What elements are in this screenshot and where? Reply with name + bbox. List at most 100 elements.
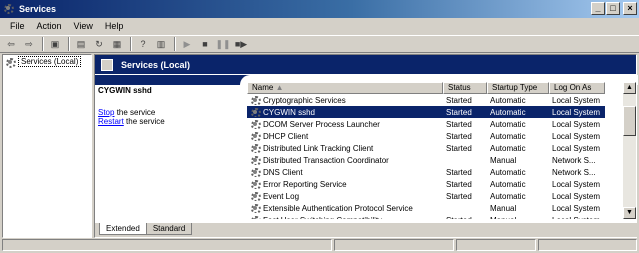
window-title: Services <box>19 4 57 14</box>
vertical-scrollbar[interactable]: ▲ ▼ <box>623 82 636 219</box>
menu-bar: File Action View Help <box>0 18 639 34</box>
service-name: Distributed Transaction Coordinator <box>263 155 389 165</box>
startup-type-cell: Automatic <box>490 191 526 201</box>
service-gear-icon <box>250 107 261 117</box>
close-button[interactable]: × <box>623 2 637 15</box>
tree-item-services-local[interactable]: Services (Local) <box>3 55 91 68</box>
scroll-thumb[interactable] <box>623 106 636 136</box>
view-tabs: Extended Standard <box>95 223 638 237</box>
startup-type-cell: Manual <box>487 216 549 220</box>
table-row[interactable]: CYGWIN sshd Started Automatic Local System <box>247 106 605 118</box>
start-service-icon[interactable]: ▶ <box>179 37 195 51</box>
service-gear-icon <box>250 215 261 219</box>
log-on-as-cell: Local System <box>552 203 601 213</box>
table-row[interactable]: DNS Client Started Automatic Network S... <box>247 166 605 178</box>
service-gear-icon <box>250 191 261 201</box>
services-icon <box>5 57 16 68</box>
tab-extended[interactable]: Extended <box>99 223 147 235</box>
show-hide-tree-icon[interactable]: ▣ <box>47 37 63 51</box>
service-gear-icon <box>250 95 261 105</box>
startup-type-cell: Automatic <box>490 167 526 177</box>
minimize-button[interactable]: _ <box>591 2 605 15</box>
service-name-cell: Fast User Switching Compatibility <box>247 215 443 219</box>
status-cell: Started <box>446 179 472 189</box>
service-name-cell: Distributed Transaction Coordinator <box>247 155 443 165</box>
log-on-as-cell: Local System <box>552 95 601 105</box>
column-header-status[interactable]: Status <box>443 82 487 94</box>
export-list-icon[interactable]: ▦ <box>109 37 125 51</box>
service-gear-icon <box>250 119 261 129</box>
table-row[interactable]: Cryptographic Services Started Automatic Lo… <box>247 94 605 106</box>
service-name-cell: Cryptographic Services <box>247 95 443 105</box>
log-on-as-cell: Local System <box>552 131 601 141</box>
service-name-cell: Distributed Link Tracking Client <box>247 143 443 153</box>
restart-link[interactable]: Restart <box>98 117 124 126</box>
scroll-up-icon[interactable]: ▲ <box>623 82 636 94</box>
maximize-button[interactable]: □ <box>606 2 620 15</box>
refresh-icon[interactable]: ↻ <box>91 37 107 51</box>
startup-type-cell: Automatic <box>490 95 526 105</box>
forward-arrow-icon[interactable]: ⇨ <box>21 37 37 51</box>
startup-type-cell: Automatic <box>490 107 526 117</box>
service-name: CYGWIN sshd <box>263 107 316 117</box>
startup-type-cell: Automatic <box>490 119 526 129</box>
status-pane <box>2 239 332 251</box>
restart-service-icon[interactable]: ■▶ <box>233 37 249 51</box>
table-row[interactable]: Event Log Started Automatic Local System <box>247 190 605 202</box>
back-arrow-icon[interactable]: ⇦ <box>3 37 19 51</box>
menu-view[interactable]: View <box>68 21 99 31</box>
service-name: DCOM Server Process Launcher <box>263 119 380 129</box>
service-name-cell: Extensible Authentication Protocol Servi… <box>247 203 443 213</box>
log-on-as-cell: Local System <box>552 107 601 117</box>
services-panel: Services (Local) CYGWIN sshd Stop the se… <box>94 54 638 238</box>
stop-service-icon[interactable]: ■ <box>197 37 213 51</box>
service-name: Cryptographic Services <box>263 95 346 105</box>
log-on-as-cell: Network S... <box>552 155 596 165</box>
menu-help[interactable]: Help <box>99 21 130 31</box>
status-bar <box>2 239 637 251</box>
stop-link[interactable]: Stop <box>98 108 114 117</box>
log-on-as-cell: Local System <box>552 179 601 189</box>
services-list: Name ▲ Status Startup Type Log On As Cry… <box>247 82 605 219</box>
startup-type-cell: Automatic <box>490 131 526 141</box>
scroll-down-icon[interactable]: ▼ <box>623 207 636 219</box>
column-header-startup-type[interactable]: Startup Type <box>487 82 549 94</box>
service-gear-icon <box>250 167 261 177</box>
table-row[interactable]: DCOM Server Process Launcher Started Autom… <box>247 118 605 130</box>
service-name: Event Log <box>263 191 300 201</box>
properties-icon[interactable]: ▤ <box>73 37 89 51</box>
startup-type-cell: Automatic <box>490 143 526 153</box>
column-header-name[interactable]: Name ▲ <box>247 82 443 94</box>
service-gear-icon <box>250 203 261 213</box>
service-name-cell: DNS Client <box>247 167 443 177</box>
table-row[interactable]: Extensible Authentication Protocol Servi… <box>247 202 605 214</box>
status-cell: Started <box>446 95 472 105</box>
status-pane <box>334 239 454 251</box>
service-name-cell: DCOM Server Process Launcher <box>247 119 443 129</box>
title-bar[interactable]: Services _ □ × <box>0 0 639 18</box>
help-icon[interactable]: ? <box>135 37 151 51</box>
status-pane <box>456 239 536 251</box>
menu-file[interactable]: File <box>4 21 31 31</box>
menu-action[interactable]: Action <box>31 21 68 31</box>
status-cell: Started <box>446 167 472 177</box>
pause-service-icon[interactable]: ❚❚ <box>215 37 231 51</box>
services-icon <box>101 58 113 71</box>
tree-item-label: Services (Local) <box>18 56 82 67</box>
status-cell: Started <box>446 131 472 141</box>
service-name: Fast User Switching Compatibility <box>263 216 382 220</box>
table-row[interactable]: DHCP Client Started Automatic Local System <box>247 130 605 142</box>
tab-standard[interactable]: Standard <box>145 223 193 235</box>
service-gear-icon <box>250 179 261 189</box>
stop-suffix: the service <box>114 108 156 117</box>
table-row[interactable]: Error Reporting Service Started Automatic L… <box>247 178 605 190</box>
column-header-log-on-as[interactable]: Log On As <box>549 82 605 94</box>
table-row[interactable]: Fast User Switching Compatibility Started… <box>247 214 605 219</box>
services-app-icon <box>3 3 15 15</box>
table-row[interactable]: Distributed Link Tracking Client Started A… <box>247 142 605 154</box>
service-name: Extensible Authentication Protocol Servi… <box>263 203 413 213</box>
console-icon[interactable]: ▥ <box>153 37 169 51</box>
service-description: CYGWIN sshd Stop the service Restart the… <box>98 86 238 126</box>
table-row[interactable]: Distributed Transaction Coordinator Manua… <box>247 154 605 166</box>
console-tree: Services (Local) <box>2 54 92 238</box>
